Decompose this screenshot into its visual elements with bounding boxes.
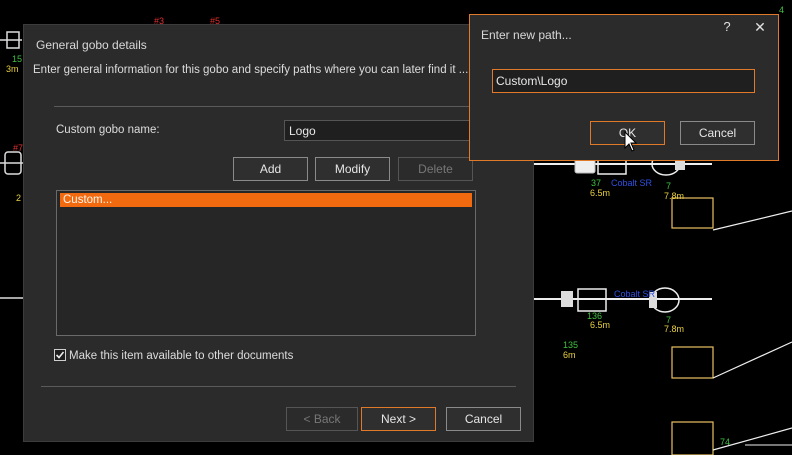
divider [54, 106, 474, 107]
cad-label: 7.8m [664, 191, 685, 201]
path-input[interactable] [492, 69, 755, 93]
modify-button[interactable]: Modify [315, 157, 390, 181]
cancel-button[interactable]: Cancel [446, 407, 521, 431]
share-checkbox[interactable] [54, 349, 66, 361]
cad-label: #7 [13, 143, 24, 153]
stage-box [671, 421, 714, 455]
dialog-title: Enter new path... [481, 28, 572, 42]
cad-label: 2 [16, 193, 22, 203]
checkmark-icon [55, 351, 65, 359]
gobo-name-label: Custom gobo name: [56, 124, 160, 136]
mouse-cursor-icon [624, 131, 638, 152]
cad-label: 7.8m [664, 324, 685, 334]
back-button[interactable]: < Back [286, 407, 358, 431]
gobo-name-input[interactable] [284, 120, 472, 141]
path-cancel-button[interactable]: Cancel [680, 121, 755, 145]
cad-label: Cobalt SR [611, 178, 653, 188]
cad-label: 135 [563, 340, 579, 350]
add-button[interactable]: Add [233, 157, 308, 181]
cad-label: 7 [666, 181, 672, 191]
next-button[interactable]: Next > [361, 407, 436, 431]
delete-button[interactable]: Delete [398, 157, 473, 181]
list-item[interactable]: Custom... [60, 193, 472, 207]
share-checkbox-label: Make this item available to other docume… [69, 350, 294, 362]
cad-label: 6.5m [590, 188, 611, 198]
close-icon[interactable]: ✕ [752, 19, 768, 37]
cad-label: 4 [779, 5, 785, 15]
cad-label: 37 [591, 178, 602, 188]
stage-box [671, 346, 714, 379]
cad-label: 15 [12, 54, 23, 64]
paths-listbox[interactable]: Custom... [56, 190, 476, 336]
divider [41, 386, 516, 387]
help-icon[interactable]: ? [719, 19, 735, 37]
fixture-symbol [561, 291, 573, 307]
cad-label: 6m [563, 350, 576, 360]
cad-label: 3m [6, 64, 19, 74]
cad-label: 74 [720, 437, 731, 447]
cad-label: 6.5m [590, 320, 611, 330]
intro-text: Enter general information for this gobo … [33, 64, 469, 76]
cad-label: Cobalt SR [614, 289, 656, 299]
stage-box [671, 197, 714, 229]
dialog-title: General gobo details [36, 38, 147, 52]
